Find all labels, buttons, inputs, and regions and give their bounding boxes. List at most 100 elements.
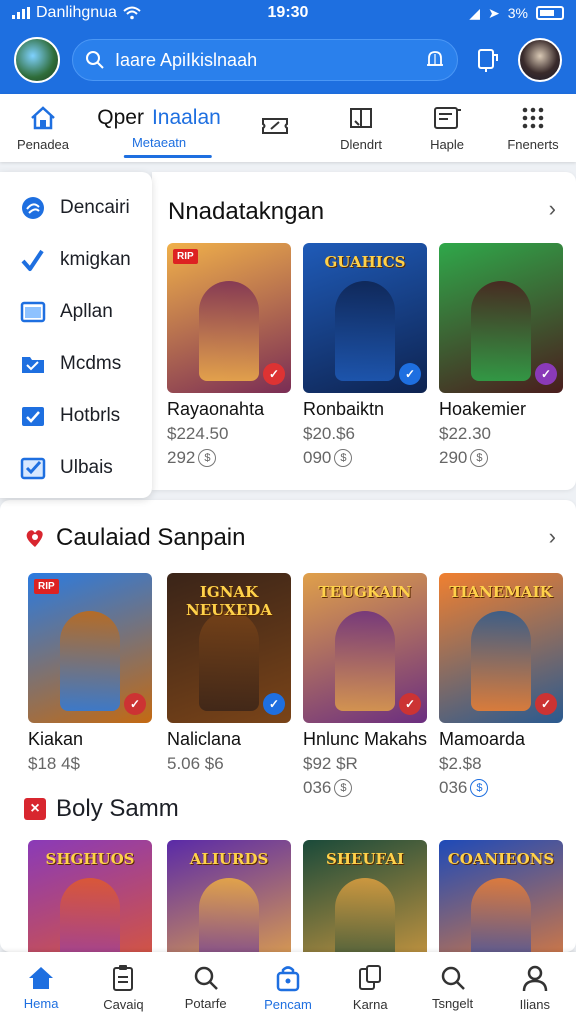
tab-label: Fnenerts xyxy=(507,137,559,152)
tab-active[interactable]: Qper Inaalan Metaeatn xyxy=(86,106,232,158)
search-icon xyxy=(86,51,104,69)
status-right: ◢ ➤ 3% xyxy=(469,5,564,22)
game-title: Mamoarda xyxy=(439,729,526,749)
sidebar-item-0[interactable]: Dencairi xyxy=(0,182,152,234)
count-value: 290 xyxy=(439,448,468,467)
tab-grid[interactable]: Fnenerts xyxy=(490,104,576,152)
cards-icon xyxy=(359,965,382,990)
game-card[interactable]: TIANEMAIK ✓ Mamoarda $2.$8 036 $ xyxy=(439,573,563,798)
cover-title: TEUGKAIN xyxy=(318,583,412,601)
app-header: Iaare ApiIkislnaah xyxy=(0,26,576,94)
tab-title-a: Qper xyxy=(97,106,144,129)
search-icon xyxy=(441,966,465,990)
close-x-icon: × xyxy=(24,798,46,820)
person-icon xyxy=(522,965,548,992)
game-card[interactable]: RIP ✓ Rayaonahta $224.50 292 $ xyxy=(167,243,291,468)
user-avatar[interactable] xyxy=(518,38,562,82)
nav-label: Potarfe xyxy=(184,996,227,1011)
home-icon xyxy=(31,106,55,130)
search-placeholder: Iaare ApiIkislnaah xyxy=(115,49,258,70)
game-card[interactable]: TEUGKAIN ✓ Hnlunc Makahs $92 $R 036 $ xyxy=(303,573,427,798)
coin-icon: $ xyxy=(470,449,489,467)
coin-icon: $ xyxy=(334,779,353,797)
coin-icon: $ xyxy=(334,449,353,467)
sidebar-item-2[interactable]: Apllan xyxy=(0,286,152,338)
nav-profile[interactable]: Ilians xyxy=(494,952,576,1024)
tab-title: Qper Inaalan xyxy=(97,106,221,130)
game-cover-image: GUAHICS ✓ xyxy=(303,243,427,393)
character-figure xyxy=(471,611,531,711)
bell-icon[interactable] xyxy=(425,49,445,71)
tab-ticket[interactable] xyxy=(232,112,318,145)
sidebar-item-1[interactable]: kmigkan xyxy=(0,234,152,286)
cover-title: GUAHICS xyxy=(324,253,406,271)
music-icon xyxy=(21,249,44,271)
tab-book[interactable]: Dlendrt xyxy=(318,104,404,152)
count-value: 090 xyxy=(303,448,332,467)
location-icon: ➤ xyxy=(488,4,500,21)
game-price: $22.30 xyxy=(439,424,491,443)
tab-label: Metaeatn xyxy=(131,135,187,150)
wifi-icon xyxy=(123,6,141,20)
game-price: $2.$8 xyxy=(439,754,482,773)
check-badge-icon: ✓ xyxy=(263,363,285,385)
nav-bag[interactable]: Pencam xyxy=(247,952,329,1024)
rating-tag: RIP xyxy=(173,249,198,264)
check-badge-icon: ✓ xyxy=(399,693,421,715)
status-left: Danlihgnua xyxy=(12,4,141,22)
search-icon xyxy=(194,966,218,990)
tab-label: Haple xyxy=(430,137,465,152)
game-count: 036 $ xyxy=(303,778,427,798)
game-cover-image: ✓ xyxy=(439,243,563,393)
character-figure xyxy=(471,281,531,381)
phone-icon xyxy=(478,49,498,72)
character-figure xyxy=(335,281,395,381)
game-price: $20.$6 xyxy=(303,424,355,443)
search-input[interactable]: Iaare ApiIkislnaah xyxy=(72,39,458,81)
section-title: Nnadatakngan xyxy=(168,198,324,226)
tab-note[interactable]: Haple xyxy=(404,104,490,152)
nav-search[interactable]: Tsngelt xyxy=(411,952,493,1024)
game-title: Naliclana xyxy=(167,729,242,749)
game-title: Hoakemier xyxy=(439,399,527,419)
nav-cards[interactable]: Karna xyxy=(329,952,411,1024)
game-count: 036 $ xyxy=(439,778,563,798)
game-cover-image: TIANEMAIK ✓ xyxy=(439,573,563,723)
character-figure xyxy=(199,281,259,381)
nav-catalog[interactable]: Cavaiq xyxy=(82,952,164,1024)
sidebar-item-3[interactable]: Mcdms xyxy=(0,338,152,390)
notification-button[interactable] xyxy=(470,42,506,78)
game-card[interactable]: GUAHICS ✓ Ronbaiktn $20.$6 090 $ xyxy=(303,243,427,468)
sidebar-item-label: Hotbrls xyxy=(60,405,121,426)
game-title: Rayaonahta xyxy=(167,399,265,419)
profile-avatar[interactable] xyxy=(14,37,60,83)
section-title-text: Caulaiad Sanpain xyxy=(56,524,246,551)
carrier-label: Danlihgnua xyxy=(36,4,117,21)
cover-title: IGNAK NEUXEDA xyxy=(186,583,272,619)
character-figure xyxy=(335,611,395,711)
check-box-icon xyxy=(20,457,46,480)
sidebar-item-5[interactable]: Ulbais xyxy=(0,442,152,494)
tab-label: Penadea xyxy=(16,137,70,152)
game-count: 290 $ xyxy=(439,448,563,468)
game-card[interactable]: IGNAK NEUXEDA ✓ Naliclana 5.06 $6 xyxy=(167,573,291,774)
chevron-right-icon[interactable]: › xyxy=(549,524,556,550)
nav-label: Tsngelt xyxy=(431,996,474,1011)
nav-home[interactable]: Hema xyxy=(0,952,82,1024)
chevron-right-icon[interactable]: › xyxy=(549,196,556,222)
game-cover-image: TEUGKAIN ✓ xyxy=(303,573,427,723)
check-badge-icon: ✓ xyxy=(535,363,557,385)
nav-portfolio[interactable]: Potarfe xyxy=(165,952,247,1024)
game-card[interactable]: ✓ Hoakemier $22.30 290 $ xyxy=(439,243,563,468)
tab-home[interactable]: Penadea xyxy=(0,104,86,152)
game-card[interactable]: RIP ✓ Kiakan $18 4$ xyxy=(28,573,152,774)
check-folder-icon xyxy=(22,407,44,426)
game-cover-image: RIP ✓ xyxy=(28,573,152,723)
tab-label: Dlendrt xyxy=(340,137,383,152)
cover-title: TIANEMAIK xyxy=(449,583,553,601)
cover-title: ALIURDS xyxy=(189,850,269,868)
sidebar-item-4[interactable]: Hotbrls xyxy=(0,390,152,442)
count-value: 036 xyxy=(439,778,468,797)
cover-title: SHGHUOS xyxy=(45,850,135,868)
side-menu: Dencairi kmigkan Apllan Mcdms Hotbrls Ul… xyxy=(0,172,152,498)
